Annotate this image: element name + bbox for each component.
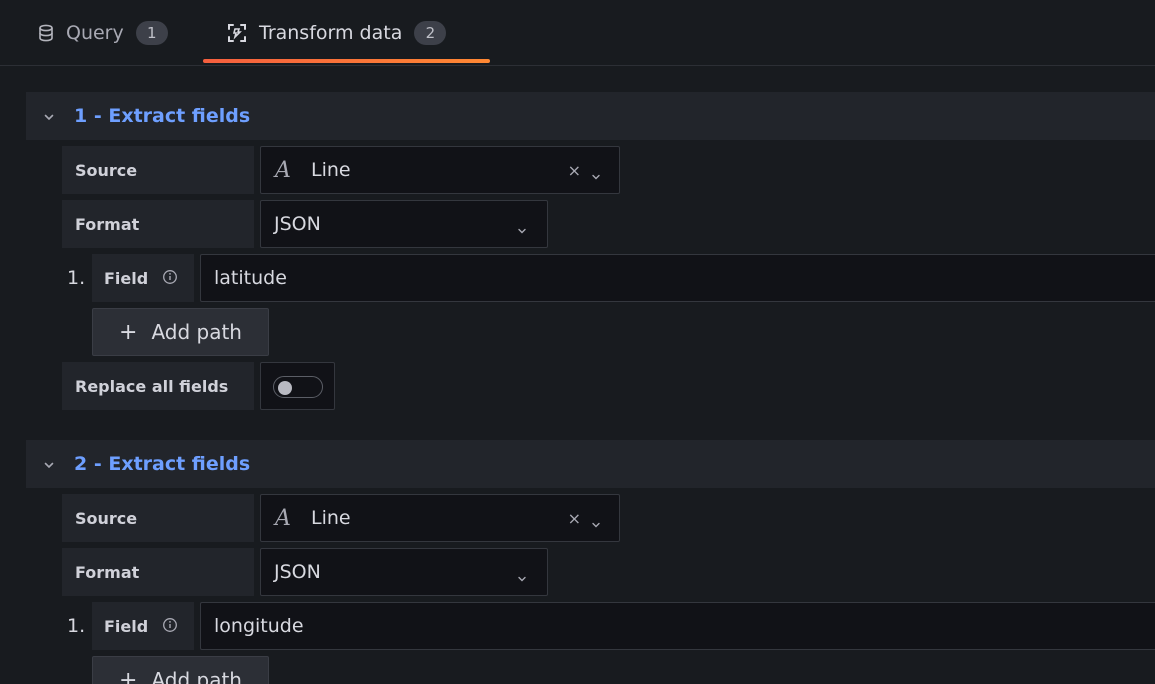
tab-query[interactable]: Query 1: [38, 0, 168, 66]
format-value: JSON: [274, 213, 321, 235]
transformation-2-header[interactable]: 2 - Extract fields: [26, 440, 1155, 488]
info-icon[interactable]: [162, 617, 178, 637]
chevron-down-icon: [517, 219, 527, 241]
field-path-input[interactable]: longitude: [200, 602, 1155, 650]
active-tab-indicator: [203, 59, 490, 63]
add-path-label: Add path: [151, 668, 242, 684]
source-select[interactable]: A Line ×: [260, 146, 620, 194]
add-path-button[interactable]: + Add path: [92, 308, 269, 356]
tab-transform-data-count-badge: 2: [414, 21, 447, 45]
transformation-1-header[interactable]: 1 - Extract fields: [26, 92, 1155, 140]
field-path-input[interactable]: latitude: [200, 254, 1155, 302]
info-icon[interactable]: [162, 269, 178, 289]
replace-all-fields-toggle-container: [260, 362, 335, 410]
clear-icon[interactable]: ×: [568, 509, 581, 528]
database-icon: [38, 24, 54, 42]
source-select[interactable]: A Line ×: [260, 494, 620, 542]
format-select[interactable]: JSON: [260, 548, 548, 596]
text-field-icon: A: [275, 157, 291, 183]
clear-icon[interactable]: ×: [568, 161, 581, 180]
tab-transform-data[interactable]: Transform data 2: [227, 0, 447, 66]
replace-all-fields-label: Replace all fields: [62, 362, 254, 410]
tab-query-label: Query: [66, 22, 124, 44]
path-index: 1.: [67, 615, 86, 637]
plus-icon: +: [119, 319, 138, 345]
chevron-down-icon: [517, 567, 527, 589]
source-value: Line: [311, 507, 351, 529]
format-label: Format: [62, 548, 254, 596]
source-value: Line: [311, 159, 351, 181]
chevron-down-icon: [591, 513, 601, 535]
chevron-down-icon[interactable]: [43, 456, 55, 475]
path-index: 1.: [67, 267, 86, 289]
tab-transform-data-label: Transform data: [259, 22, 403, 44]
add-path-button[interactable]: + Add path: [92, 656, 269, 684]
format-value: JSON: [274, 561, 321, 583]
add-path-label: Add path: [151, 320, 242, 344]
source-label: Source: [62, 146, 254, 194]
replace-all-fields-toggle[interactable]: [273, 376, 323, 398]
source-label: Source: [62, 494, 254, 542]
chevron-down-icon: [591, 165, 601, 187]
transformation-2-title: 2 - Extract fields: [74, 453, 251, 475]
transformation-1-title: 1 - Extract fields: [74, 105, 251, 127]
field-label-text: Field: [104, 268, 149, 288]
tab-query-count-badge: 1: [135, 21, 168, 45]
text-field-icon: A: [275, 505, 291, 531]
transform-icon: [227, 23, 247, 43]
field-label-text: Field: [104, 616, 149, 636]
field-label: Field: [92, 602, 194, 650]
format-select[interactable]: JSON: [260, 200, 548, 248]
chevron-down-icon[interactable]: [43, 108, 55, 127]
toggle-knob: [278, 381, 292, 395]
field-label: Field: [92, 254, 194, 302]
format-label: Format: [62, 200, 254, 248]
plus-icon: +: [119, 667, 138, 684]
editor-tabs: Query 1 Transform data 2: [0, 0, 1155, 66]
